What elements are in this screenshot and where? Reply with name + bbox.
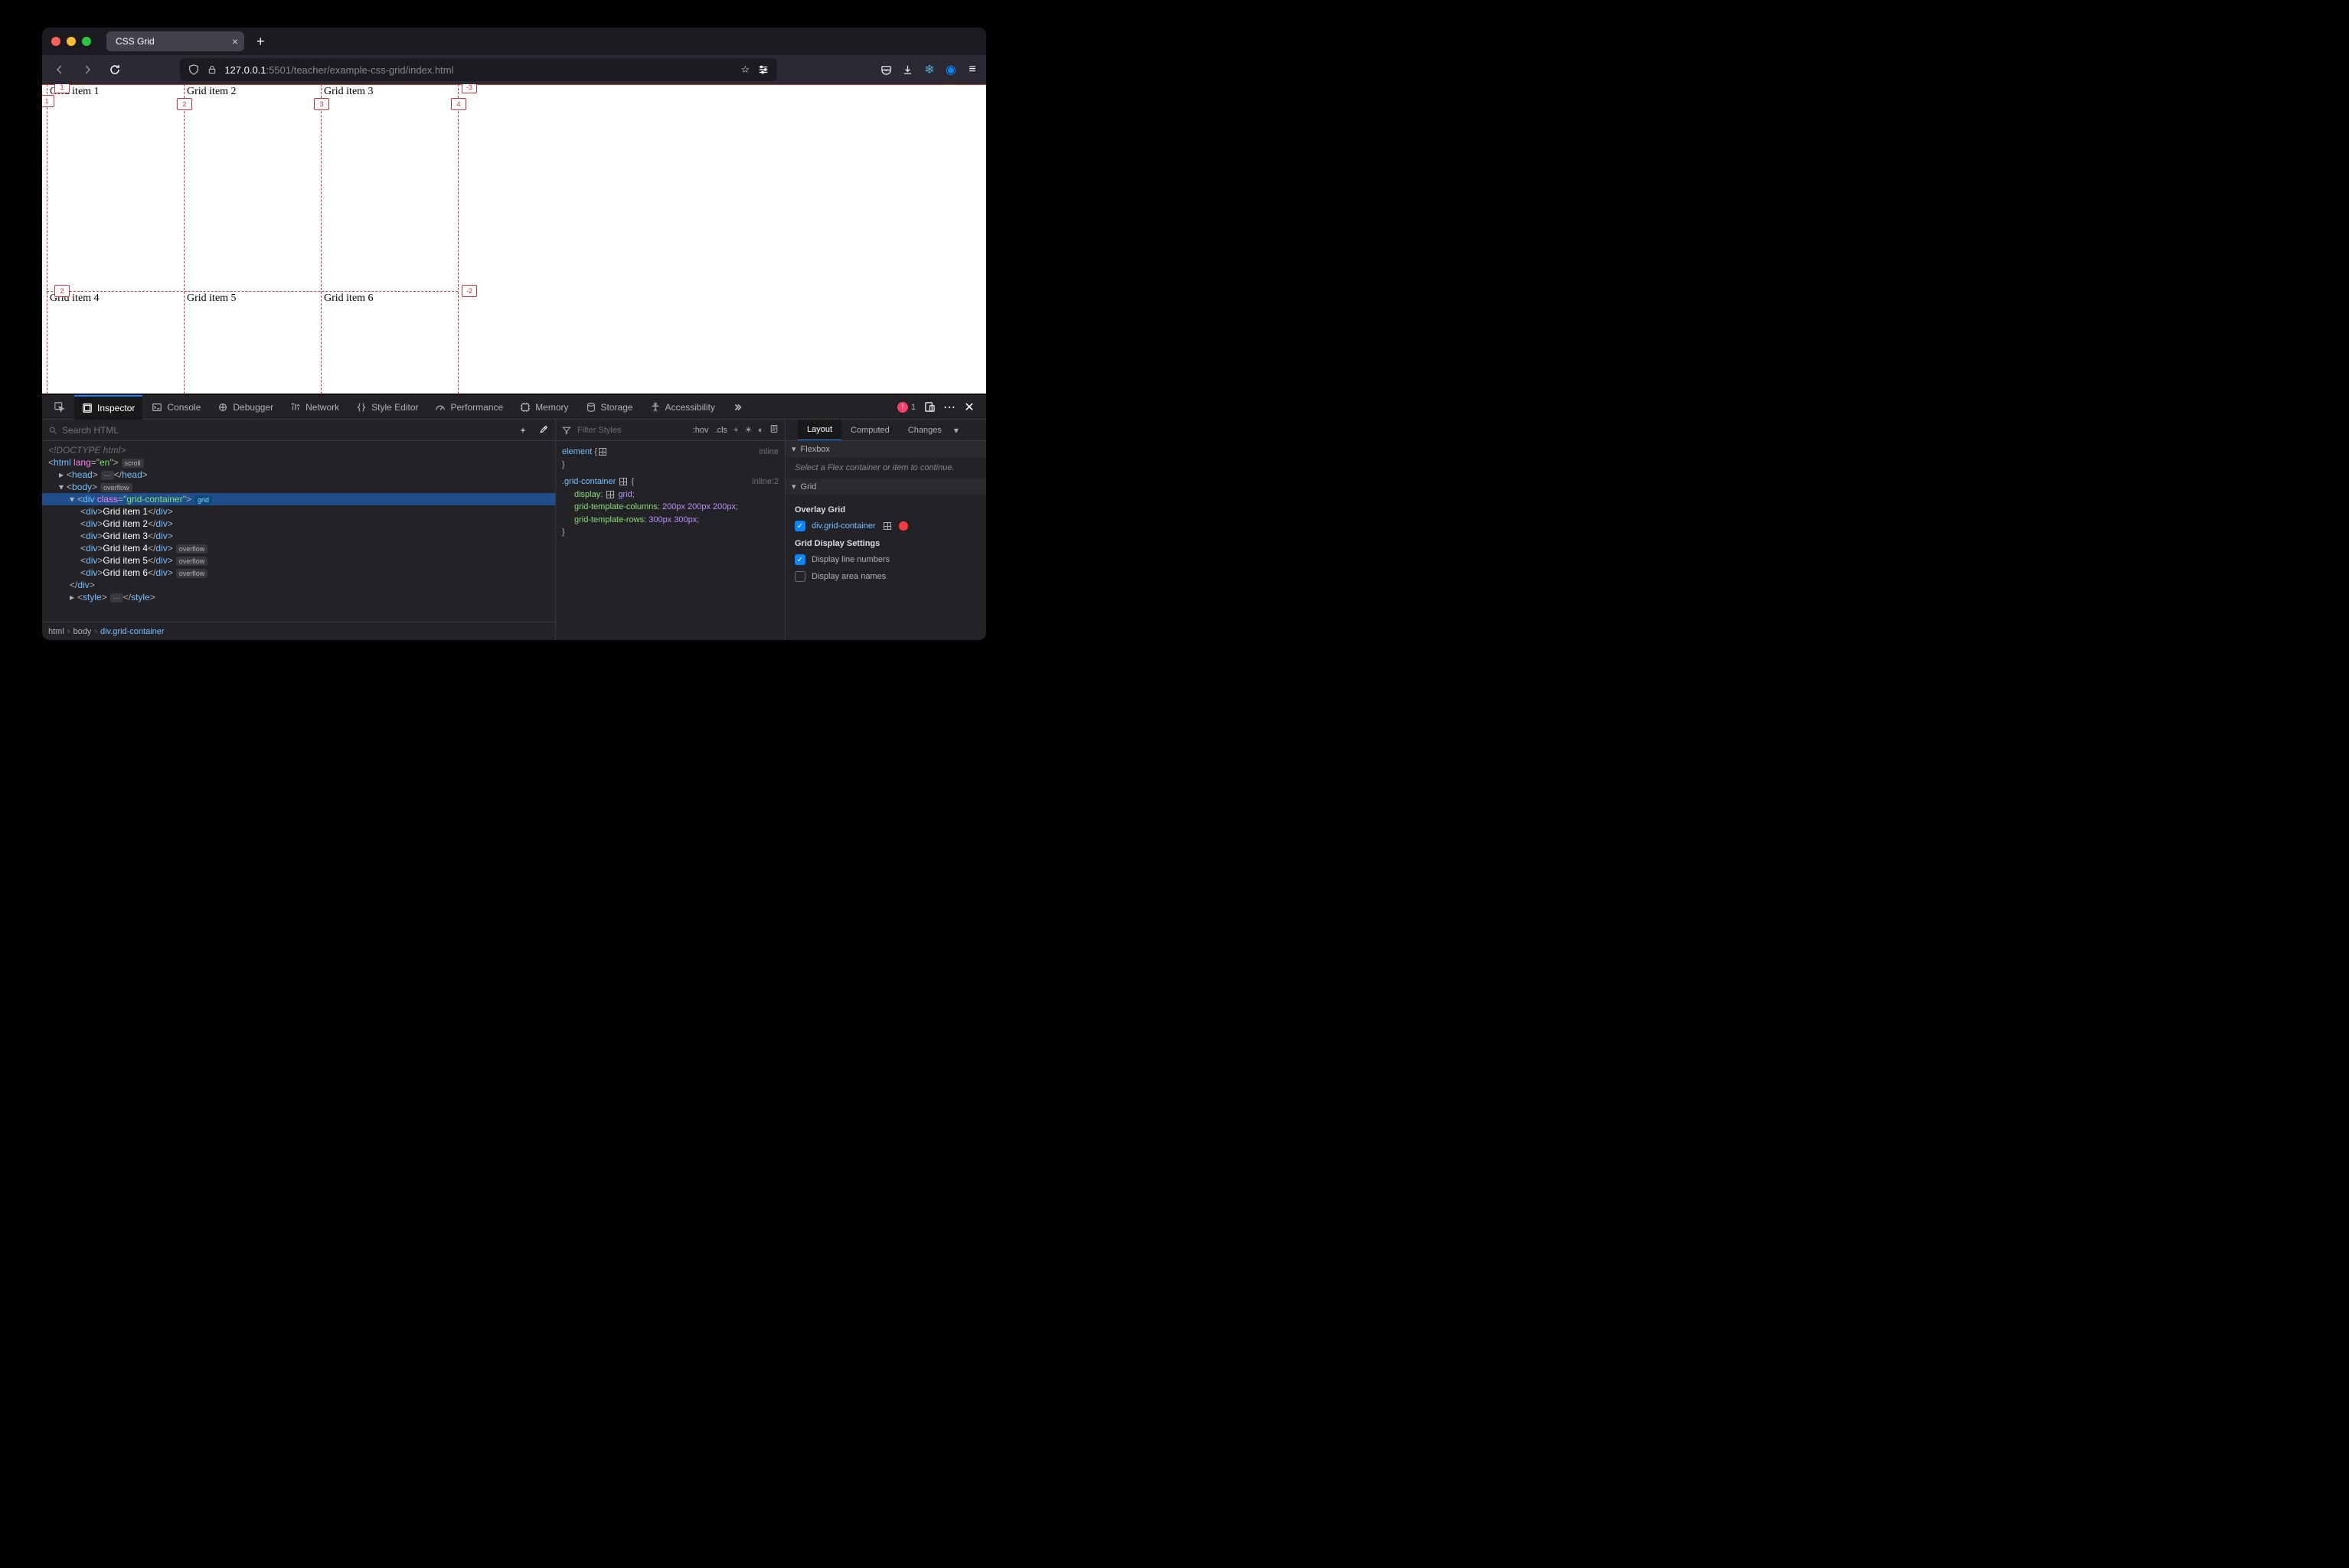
page-content: 1 2 3 4 -3 1 2 -2 Grid item 1 Grid item … [42,84,986,394]
flexbox-empty-msg: Select a Flex container or item to conti… [786,457,986,479]
grid-item: Grid item 6 [321,291,458,394]
url-bar[interactable]: 127.0.0.1:5501/teacher/example-css-grid/… [180,58,777,81]
html-panel: + <!DOCTYPE html><html lang="en">scroll▸… [42,420,555,640]
bookmark-icon[interactable]: ☆ [739,64,751,76]
tab-inspector[interactable]: Inspector [74,395,142,420]
add-node-icon[interactable]: + [517,424,529,436]
tab-accessibility[interactable]: Accessibility [642,395,723,420]
grid-icon[interactable] [884,522,891,530]
tab-console[interactable]: Console [144,395,208,420]
tab-memory[interactable]: Memory [512,395,576,420]
close-tab-icon[interactable]: × [232,35,238,47]
grid-item: Grid item 4 [47,291,184,394]
browser-window: CSS Grid × + 127.0.0.1:5501/teacher/exam… [42,28,986,640]
html-tree[interactable]: <!DOCTYPE html><html lang="en">scroll▸<h… [42,441,555,622]
filter-icon [562,426,571,435]
titlebar: CSS Grid × + [42,28,986,55]
light-icon[interactable]: ☀ [744,425,752,435]
tab-network[interactable]: Network [283,395,347,420]
grid-section-header[interactable]: ▾ Grid [786,479,986,495]
checkbox-icon[interactable] [795,571,805,582]
grid-col-label: 4 [451,98,466,110]
grid-settings-header: Grid Display Settings [795,534,977,551]
html-search: + [42,420,555,441]
checkbox-icon[interactable]: ✓ [795,521,805,531]
nav-toolbar: 127.0.0.1:5501/teacher/example-css-grid/… [42,55,986,84]
styles-rules[interactable]: element {inline}.grid-container {inline:… [556,441,785,544]
back-button[interactable] [50,60,70,80]
search-html-input[interactable] [62,425,512,436]
close-devtools-icon[interactable]: ✕ [963,401,975,413]
tab-storage[interactable]: Storage [578,395,641,420]
error-count[interactable]: !1 [897,402,916,413]
grid-col-label: 3 [314,98,329,110]
layout-panel: Layout Computed Changes ▾ ▾ Flexbox Sele… [785,420,986,640]
filter-styles-input[interactable]: Filter Styles [577,426,621,435]
dark-icon[interactable]: ◐ [758,426,763,435]
grid-item: Grid item 1 [47,84,184,291]
url-text: 127.0.0.1:5501/teacher/example-css-grid/… [224,64,733,76]
pocket-icon[interactable] [880,64,893,76]
print-icon[interactable] [769,424,779,436]
checkbox-icon[interactable]: ✓ [795,554,805,565]
opt-line-numbers[interactable]: ✓ Display line numbers [795,551,977,568]
tab-style-editor[interactable]: Style Editor [348,395,426,420]
grid-neg-label: -3 [462,84,477,93]
layout-tab-layout[interactable]: Layout [798,420,841,441]
grid-neg-label: -2 [462,285,477,297]
minimize-window-button[interactable] [67,37,76,46]
eyedropper-icon[interactable] [537,424,549,436]
new-tab-button[interactable]: + [250,34,271,50]
pick-element-button[interactable] [47,395,73,420]
grid-col-label: 2 [177,98,192,110]
cls-toggle[interactable]: .cls [715,426,728,435]
customize-icon[interactable] [757,64,769,76]
toolbar-right: ❄ ◉ ≡ [880,64,978,76]
search-icon [48,426,57,435]
styles-panel: Filter Styles :hov .cls + ☀ ◐ element {i… [555,420,785,640]
layout-tab-computed[interactable]: Computed [841,420,899,441]
tab-performance[interactable]: Performance [427,395,511,420]
grid-row-label: 2 [54,285,70,297]
lock-icon[interactable] [206,64,218,76]
devtools-tabs: Inspector Console Debugger Network Style… [42,395,986,420]
devtools-menu-icon[interactable]: ⋯ [943,401,956,413]
tab-overflow[interactable] [724,395,750,420]
grid-row-label: 1 [42,95,54,107]
reload-button[interactable] [105,60,125,80]
grid-item: Grid item 3 [321,84,458,291]
opt-area-names[interactable]: Display area names [795,568,977,585]
grid-col-label: 1 [54,84,70,93]
shield-icon[interactable] [188,64,200,76]
close-window-button[interactable] [51,37,60,46]
grid-item: Grid item 2 [184,84,321,291]
app-menu-icon[interactable]: ≡ [966,64,978,76]
extension-icon-2[interactable]: ◉ [945,64,957,76]
maximize-window-button[interactable] [82,37,91,46]
forward-button[interactable] [77,60,97,80]
layout-sidebar-icon[interactable] [786,424,798,436]
color-swatch[interactable] [899,521,908,531]
browser-tab[interactable]: CSS Grid × [106,31,244,51]
downloads-icon[interactable] [902,64,914,76]
hov-toggle[interactable]: :hov [693,426,709,435]
tab-debugger[interactable]: Debugger [210,395,281,420]
flexbox-section-header[interactable]: ▾ Flexbox [786,441,986,457]
overlay-grid-header: Overlay Grid [795,501,977,518]
add-rule-icon[interactable]: + [733,426,738,435]
devtools: Inspector Console Debugger Network Style… [42,394,986,640]
overlay-grid-item[interactable]: ✓ div.grid-container [795,518,977,534]
extension-icon-1[interactable]: ❄ [923,64,936,76]
window-controls [51,37,91,46]
tab-title: CSS Grid [116,36,155,47]
grid-item: Grid item 5 [184,291,321,394]
breadcrumbs[interactable]: html› body› div.grid-container [42,622,555,640]
layout-tab-changes[interactable]: Changes [899,420,951,441]
responsive-mode-icon[interactable] [923,401,936,413]
